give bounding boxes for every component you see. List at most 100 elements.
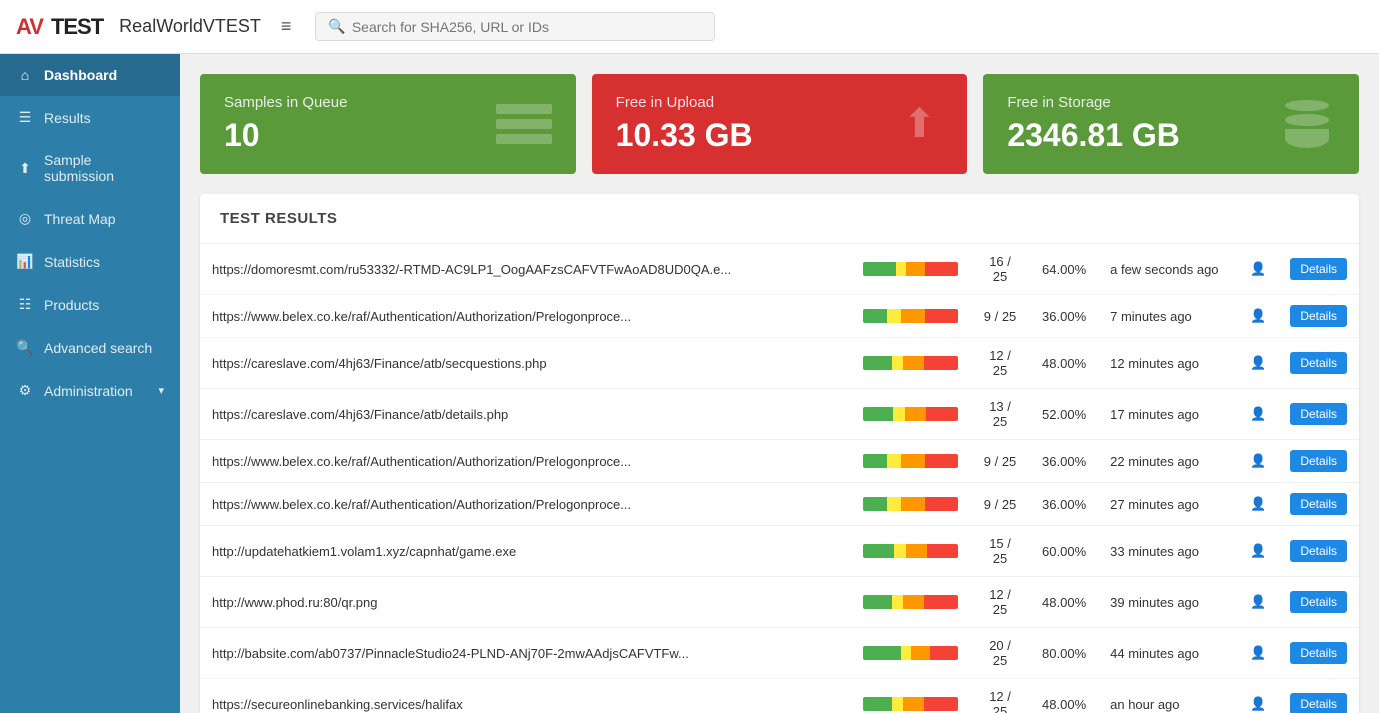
details-button[interactable]: Details (1290, 403, 1347, 425)
stat-card-queue: Samples in Queue 10 (200, 74, 576, 174)
logo-av-text: AV (16, 14, 43, 40)
result-bar (863, 544, 958, 558)
table-row: https://secureonlinebanking.services/hal… (200, 679, 1359, 713)
sidebar-item-advanced-search[interactable]: 🔍 Advanced search (0, 326, 180, 369)
hamburger-menu-icon[interactable]: ≡ (281, 16, 292, 37)
result-time: 17 minutes ago (1098, 389, 1238, 440)
result-bar-cell (851, 483, 970, 526)
result-score: 9 / 25 (970, 295, 1030, 338)
result-details-cell: Details (1278, 440, 1359, 483)
result-url[interactable]: https://domoresmt.com/ru53332/-RTMD-AC9L… (200, 244, 851, 295)
table-row: https://careslave.com/4hj63/Finance/atb/… (200, 389, 1359, 440)
search-bar[interactable]: 🔍 (315, 12, 715, 41)
result-bar (863, 407, 958, 421)
result-url[interactable]: http://www.phod.ru:80/qr.png (200, 577, 851, 628)
search-input[interactable] (352, 19, 703, 35)
details-button[interactable]: Details (1290, 450, 1347, 472)
search-icon: 🔍 (328, 18, 345, 35)
result-percent: 36.00% (1030, 483, 1098, 526)
result-score: 15 / 25 (970, 526, 1030, 577)
result-bar-cell (851, 679, 970, 713)
result-url[interactable]: https://www.belex.co.ke/raf/Authenticati… (200, 295, 851, 338)
result-bar-cell (851, 389, 970, 440)
sidebar-item-sample-submission[interactable]: ⬆ Sample submission (0, 139, 180, 197)
table-row: https://www.belex.co.ke/raf/Authenticati… (200, 483, 1359, 526)
result-user-icon: 👤 (1238, 679, 1278, 713)
result-url[interactable]: http://updatehatkiem1.volam1.xyz/capnhat… (200, 526, 851, 577)
result-url[interactable]: https://careslave.com/4hj63/Finance/atb/… (200, 338, 851, 389)
chevron-down-icon: ▾ (158, 384, 164, 397)
result-percent: 48.00% (1030, 679, 1098, 713)
stat-storage-value: 2346.81 GB (1007, 117, 1180, 154)
details-button[interactable]: Details (1290, 642, 1347, 664)
details-button[interactable]: Details (1290, 305, 1347, 327)
result-bar-cell (851, 244, 970, 295)
sidebar-icon-threat-map: ◎ (16, 210, 34, 227)
sidebar-icon-administration: ⚙ (16, 382, 34, 399)
stat-card-storage: Free in Storage 2346.81 GB (983, 74, 1359, 174)
result-url[interactable]: https://www.belex.co.ke/raf/Authenticati… (200, 483, 851, 526)
result-user-icon: 👤 (1238, 440, 1278, 483)
main-content: Samples in Queue 10 Free in Upload 10.33… (180, 54, 1379, 713)
stat-card-upload: Free in Upload 10.33 GB ⬆ (592, 74, 968, 174)
result-url[interactable]: https://careslave.com/4hj63/Finance/atb/… (200, 389, 851, 440)
result-url[interactable]: https://secureonlinebanking.services/hal… (200, 679, 851, 713)
result-percent: 60.00% (1030, 526, 1098, 577)
sidebar-item-administration[interactable]: ⚙ Administration ▾ (0, 369, 180, 412)
sidebar-icon-products: ☷ (16, 296, 34, 313)
result-bar-cell (851, 577, 970, 628)
result-details-cell: Details (1278, 295, 1359, 338)
result-bar (863, 309, 958, 323)
result-percent: 48.00% (1030, 338, 1098, 389)
result-user-icon: 👤 (1238, 338, 1278, 389)
result-percent: 48.00% (1030, 577, 1098, 628)
app-header: AV TEST RealWorldVTEST ≡ 🔍 (0, 0, 1379, 54)
result-url[interactable]: http://babsite.com/ab0737/PinnacleStudio… (200, 628, 851, 679)
stat-upload-value: 10.33 GB (616, 117, 753, 154)
details-button[interactable]: Details (1290, 352, 1347, 374)
result-bar (863, 697, 958, 711)
sidebar-item-results[interactable]: ☰ Results (0, 96, 180, 139)
sidebar-icon-advanced-search: 🔍 (16, 339, 34, 356)
result-bar (863, 356, 958, 370)
result-time: 39 minutes ago (1098, 577, 1238, 628)
details-button[interactable]: Details (1290, 493, 1347, 515)
result-percent: 36.00% (1030, 440, 1098, 483)
table-row: https://domoresmt.com/ru53332/-RTMD-AC9L… (200, 244, 1359, 295)
sidebar-label-products: Products (44, 297, 99, 313)
result-score: 9 / 25 (970, 483, 1030, 526)
result-time: 12 minutes ago (1098, 338, 1238, 389)
table-row: http://updatehatkiem1.volam1.xyz/capnhat… (200, 526, 1359, 577)
sidebar-item-statistics[interactable]: 📊 Statistics (0, 240, 180, 283)
stats-cards: Samples in Queue 10 Free in Upload 10.33… (200, 74, 1359, 174)
stat-upload-label: Free in Upload (616, 94, 753, 111)
result-score: 12 / 25 (970, 577, 1030, 628)
table-row: https://careslave.com/4hj63/Finance/atb/… (200, 338, 1359, 389)
sidebar-label-results: Results (44, 110, 91, 126)
result-bar-cell (851, 526, 970, 577)
result-score: 9 / 25 (970, 440, 1030, 483)
result-url[interactable]: https://www.belex.co.ke/raf/Authenticati… (200, 440, 851, 483)
details-button[interactable]: Details (1290, 693, 1347, 713)
sidebar-icon-sample-submission: ⬆ (16, 160, 34, 177)
details-button[interactable]: Details (1290, 258, 1347, 280)
details-button[interactable]: Details (1290, 540, 1347, 562)
details-button[interactable]: Details (1290, 591, 1347, 613)
result-details-cell: Details (1278, 679, 1359, 713)
result-bar (863, 497, 958, 511)
upload-icon: ⬆ (895, 100, 943, 148)
sidebar-item-dashboard[interactable]: ⌂ Dashboard (0, 54, 180, 96)
table-row: http://babsite.com/ab0737/PinnacleStudio… (200, 628, 1359, 679)
main-layout: ⌂ Dashboard ☰ Results ⬆ Sample submissio… (0, 54, 1379, 713)
sidebar-label-advanced-search: Advanced search (44, 340, 152, 356)
results-title: TEST RESULTS (200, 194, 1359, 244)
result-details-cell: Details (1278, 577, 1359, 628)
result-details-cell: Details (1278, 526, 1359, 577)
result-time: a few seconds ago (1098, 244, 1238, 295)
sidebar-item-threat-map[interactable]: ◎ Threat Map (0, 197, 180, 240)
logo-test-text: TEST (51, 14, 103, 40)
sidebar-item-products[interactable]: ☷ Products (0, 283, 180, 326)
stat-queue-value: 10 (224, 117, 347, 154)
result-bar-cell (851, 440, 970, 483)
app-title: RealWorldVTEST (119, 16, 261, 37)
